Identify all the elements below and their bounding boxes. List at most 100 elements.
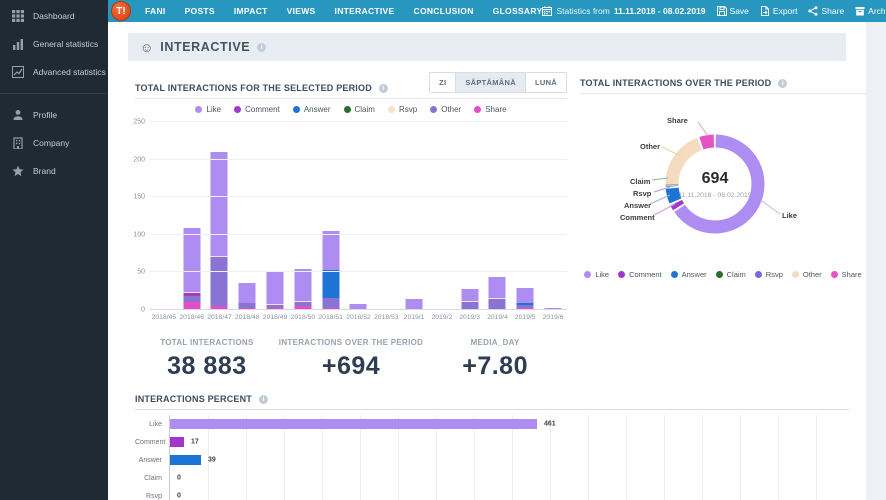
nav-item-impact[interactable]: IMPACT [234, 6, 268, 16]
legend-item-comment[interactable]: Comment [234, 105, 280, 114]
bar-stack [211, 152, 228, 310]
tab-luna[interactable]: LUNĂ [525, 73, 566, 92]
legend-item-other[interactable]: Other [430, 105, 461, 114]
bar-column-2019-6[interactable] [539, 122, 567, 310]
date-range-value: 11.11.2018 - 08.02.2019 [614, 6, 706, 16]
percent-bar-like[interactable] [170, 419, 537, 429]
nav-item-interactive[interactable]: INTERACTIVE [335, 6, 395, 16]
gridline [150, 121, 567, 122]
bar-column-2018-45[interactable] [150, 122, 178, 310]
x-tick-label: 2018/45 [150, 314, 178, 321]
legend-item-like[interactable]: Like [195, 105, 221, 114]
legend-item-share[interactable]: Share [474, 105, 506, 114]
bar-column-2019-3[interactable] [456, 122, 484, 310]
info-icon[interactable]: i [778, 79, 787, 88]
percent-row-rsvp: Rsvp0 [135, 487, 849, 500]
nav-item-glossary[interactable]: GLOSSARY [493, 6, 543, 16]
v-gridline [512, 451, 513, 469]
y-tick-label: 50 [137, 269, 145, 276]
nav-item-views[interactable]: VIEWS [287, 6, 316, 16]
bar-column-2018-52[interactable] [345, 122, 373, 310]
sidebar-item-general-statistics[interactable]: General statistics [0, 30, 108, 58]
sidebar-item-label: Profile [33, 110, 57, 120]
bar-column-2018-48[interactable] [233, 122, 261, 310]
sidebar-item-advanced-statistics[interactable]: Advanced statistics [0, 58, 108, 86]
x-tick-label: 2018/47 [206, 314, 234, 321]
stat-label: TOTAL INTERACTIONS [135, 338, 279, 347]
y-tick-label: 100 [133, 231, 145, 238]
x-tick-label: 2019/4 [484, 314, 512, 321]
bar-column-2019-4[interactable] [484, 122, 512, 310]
bar-column-2018-51[interactable] [317, 122, 345, 310]
bar-column-2018-47[interactable] [206, 122, 234, 310]
bar-stack [294, 269, 311, 310]
bar-segment-other [322, 298, 339, 308]
bar-stack [489, 277, 506, 310]
v-gridline [398, 433, 399, 451]
action-label: Archive [868, 6, 886, 16]
info-icon[interactable]: i [257, 43, 266, 52]
export-button[interactable]: Export [760, 6, 798, 16]
percent-bar-answer[interactable] [170, 455, 201, 465]
archive-button[interactable]: Archive [855, 6, 886, 16]
bar-column-2019-1[interactable] [400, 122, 428, 310]
v-gridline [284, 451, 285, 469]
legend-dot [831, 271, 838, 278]
tab-saptamana[interactable]: SĂPTĂMÂNĂ [455, 73, 525, 92]
bar-column-2018-49[interactable] [261, 122, 289, 310]
bar-stack [239, 283, 256, 310]
sidebar-item-profile[interactable]: Profile [0, 101, 108, 129]
bar-segment-other [489, 299, 506, 309]
legend-item-share[interactable]: Share [831, 270, 862, 279]
v-gridline [246, 451, 247, 469]
page-title: INTERACTIVE [160, 40, 250, 54]
info-icon[interactable]: i [379, 84, 388, 93]
v-gridline [740, 469, 741, 487]
percent-bar-comment[interactable] [170, 437, 184, 447]
v-gridline [664, 469, 665, 487]
v-gridline [626, 433, 627, 451]
legend-item-answer[interactable]: Answer [293, 105, 331, 114]
legend-item-like[interactable]: Like [584, 270, 609, 279]
v-gridline [322, 487, 323, 500]
bar-column-2018-46[interactable] [178, 122, 206, 310]
legend-item-comment[interactable]: Comment [618, 270, 662, 279]
v-gridline [588, 415, 589, 433]
v-gridline [360, 487, 361, 500]
legend-dot [234, 106, 241, 113]
legend-item-claim[interactable]: Claim [344, 105, 375, 114]
legend-label: Rsvp [399, 105, 417, 114]
date-range-picker[interactable]: Statistics from 11.11.2018 - 08.02.2019 [542, 6, 705, 16]
legend-item-rsvp[interactable]: Rsvp [755, 270, 783, 279]
sidebar-item-dashboard[interactable]: Dashboard [0, 2, 108, 30]
bar-column-2018-53[interactable] [372, 122, 400, 310]
nav-item-posts[interactable]: POSTS [185, 6, 215, 16]
stat-total-interactions: TOTAL INTERACTIONS 38 883 [135, 338, 279, 381]
donut-callout-comment: Comment [620, 213, 655, 222]
legend-item-answer[interactable]: Answer [671, 270, 707, 279]
legend-item-claim[interactable]: Claim [716, 270, 746, 279]
bar-column-2019-2[interactable] [428, 122, 456, 310]
sidebar-item-company[interactable]: Company [0, 129, 108, 157]
x-tick-label: 2019/6 [539, 314, 567, 321]
bar-column-2019-5[interactable] [511, 122, 539, 310]
nav-item-conclusion[interactable]: CONCLUSION [414, 6, 474, 16]
bar-column-2018-50[interactable] [289, 122, 317, 310]
legend-label: Other [441, 105, 461, 114]
percent-value: 461 [544, 421, 556, 428]
legend-dot [671, 271, 678, 278]
donut-callout-share: Share [667, 116, 688, 125]
save-button[interactable]: Save [717, 6, 749, 16]
share-button[interactable]: Share [808, 6, 844, 16]
info-icon[interactable]: i [259, 395, 268, 404]
app-logo[interactable]: T! [111, 1, 131, 21]
v-gridline [740, 451, 741, 469]
nav-item-fani[interactable]: FANI [145, 6, 166, 16]
tab-zi[interactable]: ZI [430, 73, 455, 92]
legend-item-rsvp[interactable]: Rsvp [388, 105, 417, 114]
sidebar-item-brand[interactable]: Brand [0, 157, 108, 185]
v-gridline [664, 433, 665, 451]
bar-segment-like [322, 231, 339, 270]
v-gridline [322, 451, 323, 469]
legend-item-other[interactable]: Other [792, 270, 822, 279]
